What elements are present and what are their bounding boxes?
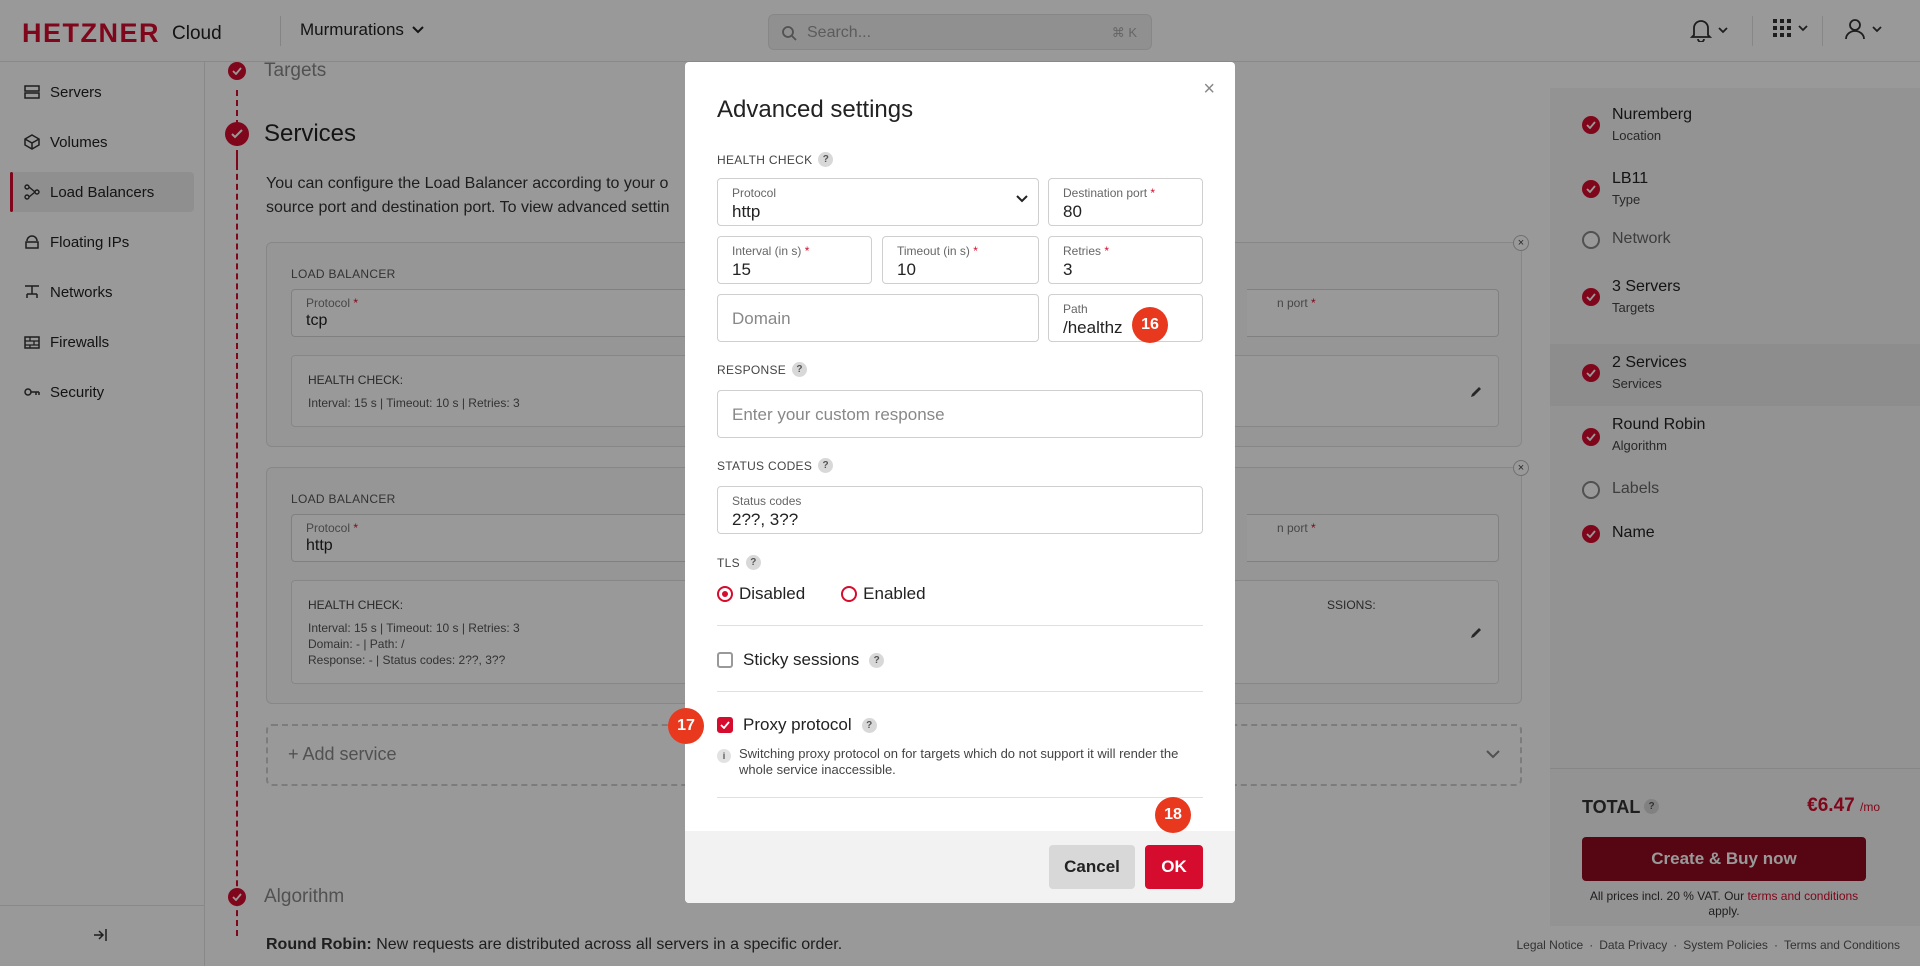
field-label: Protocol (732, 186, 777, 200)
checkbox[interactable] (717, 652, 733, 668)
health-check-protocol-select[interactable]: Protocol http (717, 178, 1039, 226)
section-label-text: STATUS CODES (717, 458, 813, 473)
field-label: Retries * (1063, 244, 1110, 258)
tls-radio-group: Disabled Enabled (717, 584, 950, 604)
destination-port-field[interactable]: Destination port * 80 (1048, 178, 1203, 226)
step-marker-16: 16 (1132, 307, 1168, 343)
ok-button[interactable]: OK (1145, 845, 1203, 889)
status-codes-section-label: STATUS CODES ? (717, 458, 834, 473)
help-icon[interactable]: ? (818, 152, 834, 167)
help-icon[interactable]: ? (869, 652, 885, 668)
divider (717, 797, 1203, 798)
timeout-field[interactable]: Timeout (in s) * 10 (882, 236, 1039, 284)
field-label: Status codes (732, 494, 802, 508)
checkbox-label: Proxy protocol (743, 715, 852, 734)
field-value: http (732, 202, 761, 221)
response-placeholder: Enter your custom response (732, 405, 945, 424)
sticky-sessions-checkbox[interactable]: Sticky sessions ? (717, 650, 885, 670)
checkbox-label: Sticky sessions (743, 650, 860, 669)
checkbox-checked[interactable] (717, 717, 733, 733)
domain-field[interactable]: Domain (717, 294, 1039, 342)
section-label-text: TLS (717, 555, 740, 570)
dialog-title: Advanced settings (717, 96, 914, 123)
cancel-button[interactable]: Cancel (1049, 845, 1135, 889)
step-marker-18: 18 (1155, 797, 1191, 833)
path-field[interactable]: Path /healthz (1048, 294, 1203, 342)
domain-placeholder: Domain (732, 309, 791, 328)
divider (717, 625, 1203, 626)
interval-field[interactable]: Interval (in s) * 15 (717, 236, 872, 284)
close-icon[interactable]: × (1203, 78, 1215, 101)
response-input[interactable]: Enter your custom response (717, 390, 1203, 438)
help-icon[interactable]: ? (861, 717, 877, 733)
radio-checked (717, 586, 733, 602)
advanced-settings-dialog: × Advanced settings HEALTH CHECK ? Proto… (685, 62, 1235, 903)
radio-label: Disabled (739, 584, 806, 603)
section-label-text: HEALTH CHECK (717, 152, 813, 167)
field-value: 80 (1063, 202, 1082, 221)
tls-disabled-radio[interactable]: Disabled (717, 584, 805, 604)
proxy-protocol-checkbox[interactable]: Proxy protocol ? (717, 715, 877, 735)
warning-text: Switching proxy protocol on for targets … (739, 746, 1179, 777)
field-value: 2??, 3?? (732, 510, 799, 529)
status-codes-field[interactable]: Status codes 2??, 3?? (717, 486, 1203, 534)
field-label: Destination port * (1063, 186, 1156, 200)
health-check-section-label: HEALTH CHECK ? (717, 152, 834, 167)
step-marker-17: 17 (668, 708, 704, 744)
chevron-down-icon (1016, 195, 1028, 203)
field-label: Timeout (in s) * (897, 244, 978, 258)
help-icon[interactable]: ? (792, 362, 808, 377)
info-icon: i (717, 749, 731, 763)
tls-enabled-radio[interactable]: Enabled (841, 584, 926, 604)
field-label: Interval (in s) * (732, 244, 810, 258)
proxy-protocol-warning: i Switching proxy protocol on for target… (717, 746, 1203, 778)
field-value: /healthz (1063, 318, 1123, 337)
radio-label: Enabled (863, 584, 926, 603)
check-icon (720, 721, 730, 729)
help-icon[interactable]: ? (818, 458, 834, 473)
field-value: 10 (897, 260, 916, 279)
field-value: 3 (1063, 260, 1073, 279)
dialog-footer: Cancel OK (685, 831, 1235, 903)
radio-unchecked (841, 586, 858, 602)
divider (717, 691, 1203, 692)
response-section-label: RESPONSE ? (717, 362, 808, 377)
retries-field[interactable]: Retries * 3 (1048, 236, 1203, 284)
help-icon[interactable]: ? (745, 555, 761, 570)
field-value: 15 (732, 260, 751, 279)
field-label: Path (1063, 302, 1088, 316)
section-label-text: RESPONSE (717, 362, 787, 377)
tls-section-label: TLS ? (717, 555, 761, 570)
